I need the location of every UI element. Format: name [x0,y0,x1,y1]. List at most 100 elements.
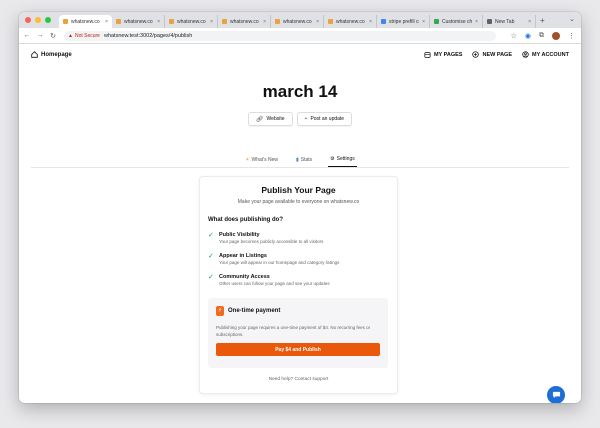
tab-search-icon[interactable]: ⌄ [569,15,575,23]
feature-title: Appear in Listings [219,253,267,259]
website-label: Website [266,116,285,122]
minimize-window-button[interactable] [35,17,41,23]
browser-tab[interactable]: whatsnew.co × [218,15,271,28]
browser-tab[interactable]: whatsnew.co × [165,15,218,28]
reload-button[interactable]: ↻ [48,32,58,40]
pages-icon [424,51,431,58]
tab-title: whatsnew.co [71,18,100,25]
feature-desc: Your page becomes publicly accessible to… [219,239,324,244]
tab-settings-label: Settings [336,156,355,162]
profile-avatar[interactable] [552,31,560,40]
my-pages-link[interactable]: MY PAGES [424,51,463,58]
forward-button[interactable]: → [35,32,45,39]
page-title: march 14 [262,82,338,101]
homepage-label: Homepage [41,51,72,58]
tab-strip: whatsnew.co × whatsnew.co × whatsnew.co × what… [19,12,581,28]
my-account-link[interactable]: MY ACCOUNT [522,51,569,58]
tab-title: whatsnew.co [124,18,153,25]
post-update-label: Post an update [310,116,345,122]
help-link[interactable]: Need help? Contact support [200,377,397,382]
browser-tab[interactable]: whatsnew.co × [324,15,377,28]
page-tabs: ✶ What's New ▮ Stats ⚙ Settings [31,152,569,168]
browser-tab[interactable]: whatsnew.co × [271,15,324,28]
back-button[interactable]: ← [22,32,32,39]
close-tab-icon[interactable]: × [263,19,266,25]
feature-item: ✓ Community Access Other users can follo… [208,274,330,286]
url-text[interactable]: whatsnew.test:3002/pages/4/publish [104,33,192,39]
page-content: Homepage MY PAGES NEW PAGE MY ACCOUNT ma… [19,44,581,403]
payment-box: ⚡︎ One-time payment Publishing your page… [208,298,388,368]
close-tab-icon[interactable]: × [316,19,319,25]
tab-title: New Tab [495,18,515,25]
favicon-icon [434,19,439,24]
bar-chart-icon: ▮ [296,156,299,163]
post-update-button[interactable]: + Post an update [296,112,353,126]
check-icon: ✓ [208,253,214,260]
favicon-icon [328,19,333,24]
gear-icon: ⚙ [330,156,335,162]
close-tab-icon[interactable]: × [528,19,531,25]
browser-tabs: whatsnew.co × whatsnew.co × whatsnew.co × what… [59,12,536,28]
page-actions: 🔗︎ Website + Post an update [19,112,581,126]
tab-stats-label: Stats [300,156,313,163]
security-indicator[interactable]: ▲ Not Secure [68,33,100,39]
chat-widget-button[interactable] [547,386,565,403]
favicon-icon [275,19,280,24]
favicon-icon [487,19,492,24]
address-bar[interactable]: ▲ Not Secure whatsnew.test:3002/pages/4/… [64,30,496,41]
payment-desc: Publishing your page requires a one-time… [216,325,371,337]
lightning-icon: ⚡︎ [216,306,224,316]
browser-window: whatsnew.co × whatsnew.co × whatsnew.co × what… [19,12,581,403]
close-window-button[interactable] [25,17,31,23]
payment-title: One-time payment [228,308,281,314]
website-button[interactable]: 🔗︎ Website [247,112,293,126]
new-page-link[interactable]: NEW PAGE [472,51,512,58]
pay-and-publish-button[interactable]: Pay $4 and Publish [216,343,380,356]
menu-icon[interactable]: ⋮ [568,32,575,40]
extensions-puzzle-icon[interactable]: ⧉ [539,32,544,40]
plus-circle-icon [472,51,480,58]
close-tab-icon[interactable]: × [105,19,108,25]
feature-item: ✓ Appear in Listings Your page will appe… [208,253,339,265]
security-label: Not Secure [74,32,100,39]
browser-tab[interactable]: whatsnew.co × [112,15,165,28]
tab-title: whatsnew.co [283,18,312,25]
tab-stats[interactable]: ▮ Stats [294,152,314,167]
favicon-icon [169,19,174,24]
favicon-icon [116,19,121,24]
tab-title: whatsnew.co [177,18,206,25]
close-tab-icon[interactable]: × [210,19,213,25]
favicon-icon [381,19,386,24]
my-account-label: MY ACCOUNT [532,51,569,58]
browser-tab[interactable]: stripe prefill cu × [377,15,430,28]
browser-tab[interactable]: whatsnew.co × [59,15,112,28]
homepage-link[interactable]: Homepage [31,51,72,58]
new-page-label: NEW PAGE [482,51,513,58]
tab-title: whatsnew.co [230,18,259,25]
tab-title: whatsnew.co [336,18,365,25]
extension-icon[interactable]: ◉ [525,32,531,40]
check-icon: ✓ [208,274,214,281]
chat-bubble-icon [552,391,560,399]
new-tab-button[interactable]: + [540,16,545,25]
close-tab-icon[interactable]: × [475,19,478,25]
tab-whats-new[interactable]: ✶ What's New [243,152,280,167]
bookmark-star-icon[interactable]: ☆ [511,32,517,40]
close-tab-icon[interactable]: × [369,19,372,25]
tab-whats-new-label: What's New [251,156,278,163]
party-icon: ✶ [245,156,250,163]
check-icon: ✓ [208,232,214,239]
close-tab-icon[interactable]: × [157,19,160,25]
user-circle-icon [522,51,529,58]
link-icon: 🔗︎ [255,116,264,123]
browser-tab[interactable]: New Tab × [483,15,536,28]
browser-tab[interactable]: Customise chec× [430,15,483,28]
plus-icon: + [304,116,308,122]
close-tab-icon[interactable]: × [422,19,425,25]
maximize-window-button[interactable] [45,17,51,23]
my-pages-label: MY PAGES [433,51,463,58]
top-navigation: Homepage MY PAGES NEW PAGE MY ACCOUNT [19,44,581,66]
home-icon [31,51,38,58]
tab-settings[interactable]: ⚙ Settings [328,152,357,167]
publish-title: Publish Your Page [261,185,336,195]
